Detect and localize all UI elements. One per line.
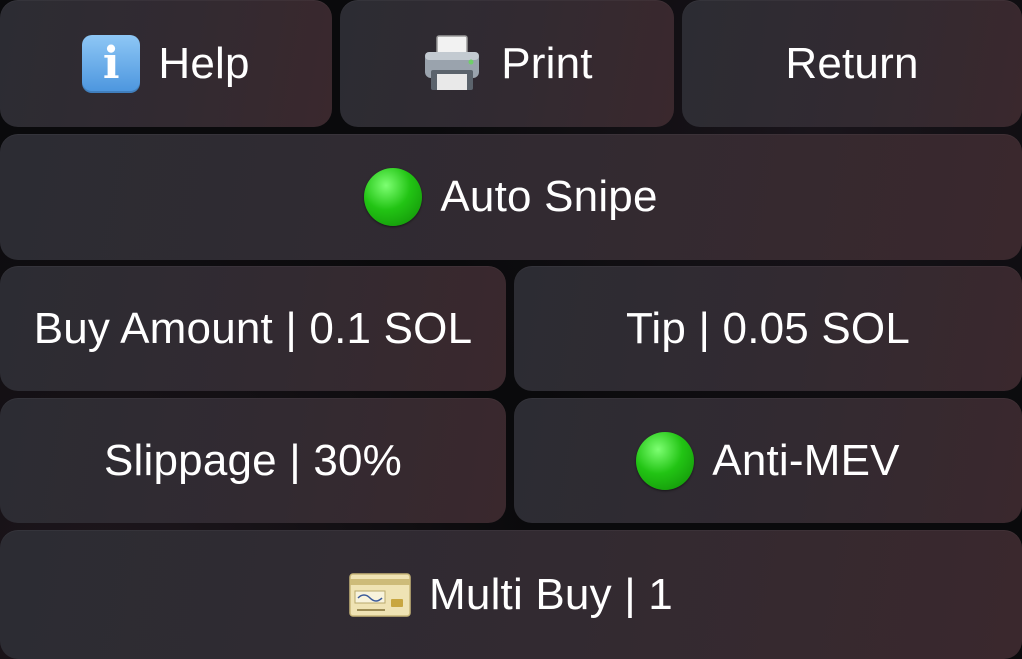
buy-amount-button[interactable]: Buy Amount | 0.1 SOL [0, 266, 506, 391]
slippage-label: Slippage | 30% [104, 435, 402, 485]
help-button[interactable]: i Help [0, 0, 332, 127]
return-button-label: Return [785, 38, 919, 88]
auto-snipe-label: Auto Snipe [440, 172, 658, 221]
return-button[interactable]: Return [682, 0, 1022, 127]
multi-buy-button[interactable]: Multi Buy | 1 [0, 530, 1022, 659]
tip-button[interactable]: Tip | 0.05 SOL [514, 266, 1022, 391]
green-circle-icon [364, 168, 423, 226]
tip-label: Tip | 0.05 SOL [625, 303, 911, 353]
slippage-button[interactable]: Slippage | 30% [0, 398, 506, 523]
help-button-label: Help [158, 38, 250, 88]
info-icon: i [82, 34, 141, 93]
anti-mev-toggle[interactable]: Anti-MEV [514, 398, 1022, 523]
multi-buy-label: Multi Buy | 1 [429, 569, 673, 619]
printer-icon [425, 34, 480, 90]
credit-card-icon [349, 572, 411, 617]
auto-snipe-toggle[interactable]: Auto Snipe [0, 134, 1022, 260]
print-button[interactable]: Print [340, 0, 674, 127]
anti-mev-label: Anti-MEV [712, 435, 900, 485]
inline-keyboard: i Help Print Return Auto Snipe Buy Amoun… [0, 0, 1022, 659]
buy-amount-label: Buy Amount | 0.1 SOL [33, 303, 473, 353]
print-button-label: Print [501, 38, 593, 88]
green-circle-icon [636, 431, 695, 490]
